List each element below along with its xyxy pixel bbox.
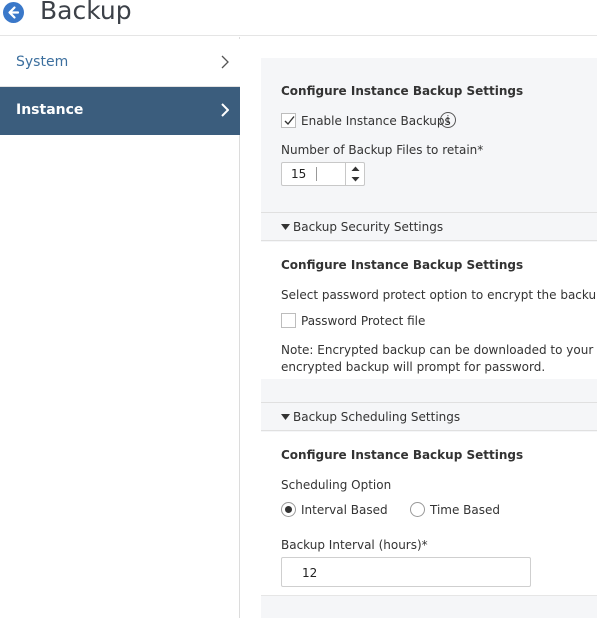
password-protect-checkbox[interactable] xyxy=(281,313,296,328)
security-section-title: Configure Instance Backup Settings xyxy=(281,258,524,272)
check-icon xyxy=(284,116,295,126)
sidebar-item-label: Instance xyxy=(16,102,84,118)
back-button[interactable] xyxy=(3,2,24,23)
caret-down-icon xyxy=(281,224,290,230)
stepper-buttons xyxy=(345,163,365,185)
security-settings-label: Backup Security Settings xyxy=(293,220,444,234)
security-settings-content: Configure Instance Backup Settings Selec… xyxy=(261,242,597,379)
scheduling-option-label: Scheduling Option xyxy=(281,478,392,492)
interval-based-label: Interval Based xyxy=(301,503,388,517)
settings-panel: Configure Instance Backup Settings Enabl… xyxy=(261,58,597,618)
backup-interval-input[interactable]: 12 xyxy=(281,557,531,587)
security-note-line2: encrypted backup will prompt for passwor… xyxy=(281,360,546,374)
chevron-right-icon xyxy=(221,103,229,117)
sidebar-item-label: System xyxy=(16,54,69,70)
interval-based-radio[interactable] xyxy=(281,502,296,517)
backup-interval-label: Backup Interval (hours)* xyxy=(281,538,428,552)
scheduling-section-title: Configure Instance Backup Settings xyxy=(281,448,524,462)
security-note-line1: Note: Encrypted backup can be downloaded… xyxy=(281,343,597,357)
arrow-left-icon xyxy=(8,6,20,19)
retain-files-label: Number of Backup Files to retain* xyxy=(281,143,484,157)
security-settings-header[interactable]: Backup Security Settings xyxy=(261,212,597,241)
password-protect-label: Password Protect file xyxy=(301,314,426,328)
enable-backups-label: Enable Instance Backups xyxy=(301,114,451,128)
sidebar: System Instance xyxy=(0,37,240,618)
divider xyxy=(261,595,597,596)
enable-backups-checkbox[interactable] xyxy=(281,113,296,128)
text-caret xyxy=(316,167,317,181)
instance-backup-title: Configure Instance Backup Settings xyxy=(281,84,524,98)
scheduling-settings-header[interactable]: Backup Scheduling Settings xyxy=(261,402,597,431)
stepper-up-button[interactable] xyxy=(346,163,365,174)
stepper-down-button[interactable] xyxy=(346,174,365,185)
security-description: Select password protect option to encryp… xyxy=(281,288,597,302)
scheduling-settings-label: Backup Scheduling Settings xyxy=(293,410,461,424)
sidebar-item-system[interactable]: System xyxy=(0,39,240,87)
radio-selected-dot xyxy=(285,506,292,513)
caret-down-icon xyxy=(281,414,290,420)
retain-files-value: 15 xyxy=(291,167,307,181)
backup-interval-value: 12 xyxy=(302,566,318,580)
retain-files-stepper[interactable]: 15 xyxy=(281,162,365,186)
time-based-label: Time Based xyxy=(430,503,501,517)
caret-down-icon xyxy=(351,177,360,182)
chevron-right-icon xyxy=(221,55,229,69)
info-icon[interactable]: i xyxy=(440,112,456,128)
page-title: Backup xyxy=(40,0,132,25)
scheduling-settings-content: Configure Instance Backup Settings Sched… xyxy=(261,432,597,595)
time-based-radio[interactable] xyxy=(410,502,425,517)
caret-up-icon xyxy=(351,166,360,171)
sidebar-item-instance[interactable]: Instance xyxy=(0,87,240,135)
page-header: Backup xyxy=(0,0,597,36)
